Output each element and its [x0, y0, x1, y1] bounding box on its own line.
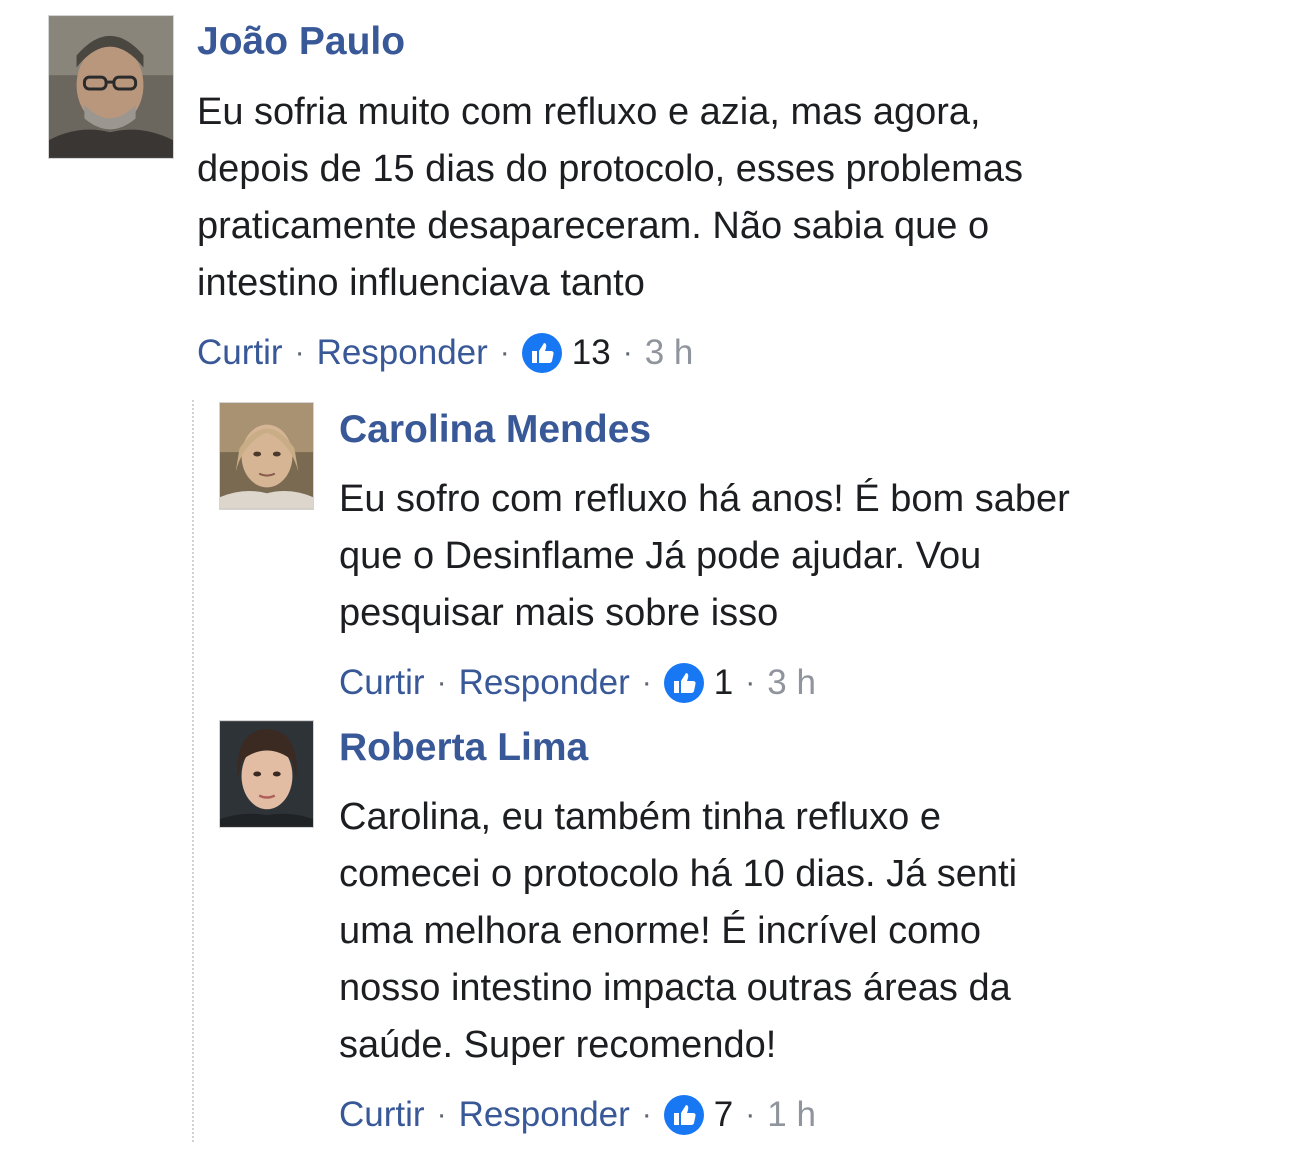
separator-dot: · — [641, 1098, 652, 1131]
thumbs-up-icon[interactable] — [663, 1095, 704, 1135]
comment-text-line: nosso intestino impacta outras áreas da — [339, 967, 1011, 1009]
comment-text-line: Carolina, eu também tinha refluxo e — [339, 796, 941, 838]
reply-link[interactable]: Responder — [459, 1091, 630, 1139]
comment-text: Carolina, eu também tinha refluxo e come… — [339, 789, 1017, 1074]
avatar[interactable] — [219, 720, 314, 828]
avatar-photo-icon — [220, 721, 313, 827]
like-link[interactable]: Curtir — [339, 1091, 425, 1139]
comment-author[interactable]: Roberta Lima — [339, 724, 588, 772]
timestamp[interactable]: 1 h — [767, 1091, 816, 1139]
separator-dot: · — [436, 1098, 447, 1131]
reply-roberta-lima: Roberta Lima Carolina, eu também tinha r… — [0, 0, 1290, 1152]
comment-text-line: saúde. Super recomendo! — [339, 1024, 777, 1066]
comment-text-line: comecei o protocolo há 10 dias. Já senti — [339, 853, 1018, 895]
comment-actions: Curtir · Responder · 7 · 1 h — [339, 1091, 816, 1139]
reaction-count[interactable]: 7 — [714, 1091, 733, 1139]
comment-text-line: uma melhora enorme! É incrível como — [339, 910, 982, 952]
separator-dot: · — [745, 1098, 756, 1131]
